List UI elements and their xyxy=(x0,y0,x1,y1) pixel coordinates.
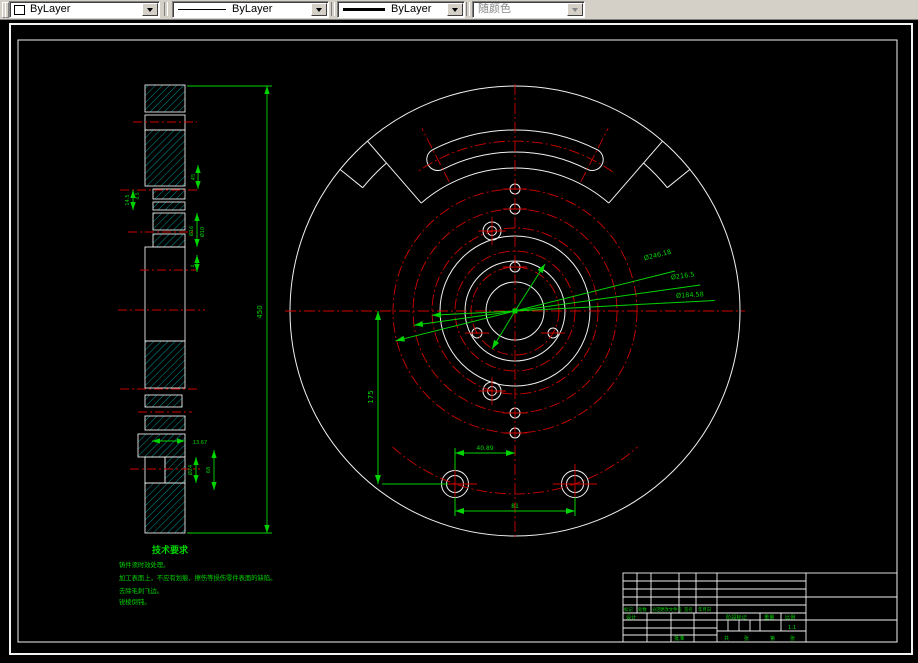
toolbar-separator xyxy=(164,2,168,16)
autocad-window: ByLayer ByLayer ByLayer 随颜色 450 13.67 Ø2… xyxy=(0,0,918,663)
chevron-down-icon xyxy=(316,7,322,12)
toolbar-separator xyxy=(331,2,335,16)
leader-label-246: Ø246.18 xyxy=(643,248,672,263)
chevron-down-icon xyxy=(572,7,578,12)
toolbar-separator xyxy=(466,2,470,16)
tech-requirements: 技术要求 铸件须时效处理。 加工表面上，不应有划痕、擦伤等损伤零件表面的缺陷。 … xyxy=(119,544,276,606)
drawing-canvas[interactable]: 450 13.67 Ø24 68 14.5 4.5 45 Ø16 Ø10 4 Ø… xyxy=(0,0,918,663)
chevron-down-icon xyxy=(452,7,458,12)
tb-scale-label: 比例 xyxy=(785,613,795,621)
dim-4: 4 xyxy=(190,264,196,267)
linetype-control-value: ByLayer xyxy=(232,3,273,15)
tb-stage-label: 阶段标记 xyxy=(726,613,747,621)
tech-requirements-line: 去除毛刺飞边。 xyxy=(119,586,163,595)
osnap-marker xyxy=(512,308,518,314)
tech-requirements-line: 锐棱倒钝。 xyxy=(119,597,150,606)
leader-label-184: Ø184.58 xyxy=(676,290,704,299)
dim-81: 81 xyxy=(511,503,519,510)
leader-label-216: Ø216.5 xyxy=(670,270,695,281)
tb-rev-mark: 标记 xyxy=(624,606,633,613)
tb-sheet-no-unit: 张 xyxy=(790,635,795,642)
dim-68: 68 xyxy=(206,467,212,473)
tb-rev-sign: 签名 xyxy=(684,606,693,613)
object-properties-toolbar: ByLayer ByLayer ByLayer 随颜色 xyxy=(0,0,918,20)
tb-rev-date: 年月日 xyxy=(698,606,711,613)
tb-scale-value: 1:1 xyxy=(788,625,796,631)
dim-10: Ø10 xyxy=(199,227,206,237)
dim-175: 175 xyxy=(367,390,375,403)
front-view: Ø246.18 Ø216.5 Ø184.58 175 40.89 81 xyxy=(285,84,745,540)
lineweight-control-value: ByLayer xyxy=(391,3,432,15)
tb-weight-label: 重量 xyxy=(764,613,774,621)
tb-rev-count: 处数 xyxy=(638,606,647,613)
linetype-dropdown-button[interactable] xyxy=(311,3,327,16)
color-dropdown-button[interactable] xyxy=(142,3,158,16)
linetype-sample-icon xyxy=(178,9,226,10)
chevron-down-icon xyxy=(147,7,153,12)
color-swatch-icon xyxy=(14,4,25,15)
lineweight-control[interactable]: ByLayer xyxy=(337,1,465,18)
linetype-control[interactable]: ByLayer xyxy=(172,1,329,18)
tb-sheet-no-label: 第 xyxy=(770,635,775,642)
tech-requirements-line: 加工表面上，不应有划痕、擦伤等损伤零件表面的缺陷。 xyxy=(119,573,276,582)
tech-requirements-title: 技术要求 xyxy=(152,544,189,556)
plotstyle-dropdown-button xyxy=(567,3,583,16)
tb-role-approve: 批准 xyxy=(674,634,684,642)
dim-14-5: 14.5 xyxy=(125,194,131,205)
dim-overall: 450 xyxy=(256,305,264,318)
plotstyle-control-value: 随颜色 xyxy=(478,3,511,15)
dim-4-5: 4.5 xyxy=(135,192,141,199)
color-control-value: ByLayer xyxy=(30,3,71,15)
tb-rev-file: 更改文件号 xyxy=(660,606,683,613)
tech-requirements-line: 铸件须时效处理。 xyxy=(119,560,169,569)
dim-40-89: 40.89 xyxy=(476,445,493,452)
dim-45: 45 xyxy=(191,174,197,180)
dim-13-67: 13.67 xyxy=(193,440,207,446)
plotstyle-control: 随颜色 xyxy=(472,1,585,18)
tb-sheet-total-unit: 张 xyxy=(744,635,749,642)
title-block: 标记 处数 分区 更改文件号 签名 年月日 设计 批准 阶段标记 重量 比例 1… xyxy=(622,572,898,643)
tb-role-design: 设计 xyxy=(626,613,636,621)
lineweight-sample-icon xyxy=(343,8,385,11)
lineweight-dropdown-button[interactable] xyxy=(447,3,463,16)
section-view: 450 13.67 Ø24 68 14.5 4.5 45 Ø16 Ø10 4 xyxy=(118,84,272,534)
dim-16: Ø16 xyxy=(188,226,195,236)
tb-sheet-total-label: 共 xyxy=(724,635,729,642)
dim-24: Ø24 xyxy=(187,465,194,475)
color-control[interactable]: ByLayer xyxy=(9,1,160,18)
